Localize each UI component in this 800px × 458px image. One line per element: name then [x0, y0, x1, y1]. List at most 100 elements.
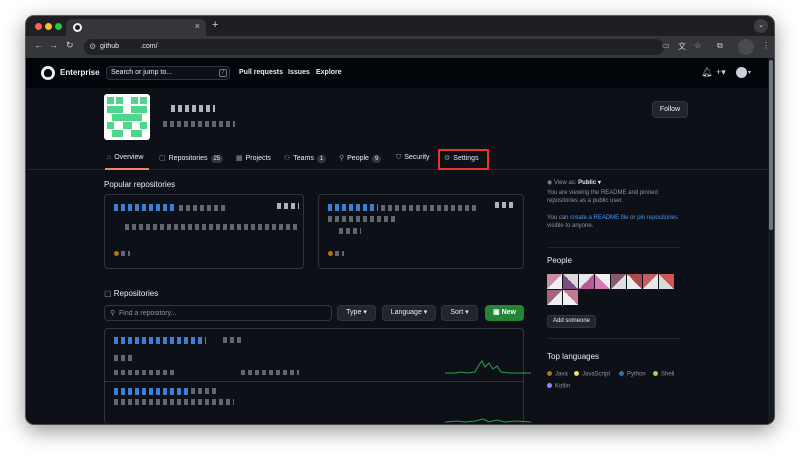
extensions-icon[interactable]: ⧉ [717, 41, 723, 51]
user-avatar[interactable] [736, 67, 747, 78]
repo-name-redacted[interactable] [328, 204, 378, 211]
repo-activity-sparkline [445, 418, 531, 423]
address-bar[interactable]: ⚙ github .com/ [84, 39, 664, 55]
avatar[interactable] [563, 274, 578, 289]
follow-button[interactable]: Follow [652, 101, 688, 118]
repo-activity-sparkline [445, 360, 531, 374]
minimize-window-dot[interactable] [45, 23, 52, 30]
search-placeholder: Search or jump to... [111, 69, 173, 76]
avatar[interactable] [611, 274, 626, 289]
language-filter-label: Language [390, 309, 422, 316]
top-languages-title: Top languages [547, 352, 600, 361]
repo-language-redacted [121, 251, 130, 256]
new-button-label: New [501, 309, 516, 316]
avatar[interactable] [563, 290, 578, 305]
active-tab-indicator [105, 168, 149, 170]
repo-name-redacted[interactable] [114, 337, 206, 344]
avatar[interactable] [579, 274, 594, 289]
back-button[interactable]: ← [34, 40, 43, 50]
popular-repo-card[interactable] [318, 194, 524, 269]
github-logo-icon[interactable] [41, 66, 55, 80]
repo-icon: ▣ [493, 309, 502, 316]
github-header: Enterprise Search or jump to... / Pull r… [26, 58, 774, 88]
tab-teams[interactable]: ⚇ Teams 1 [284, 154, 327, 163]
new-repository-button[interactable]: ▣ New [485, 305, 524, 321]
pin-repositories-link[interactable]: pin repositories [637, 215, 678, 221]
avatar[interactable] [595, 274, 610, 289]
tab-search-icon[interactable]: ⌄ [754, 19, 768, 33]
avatar[interactable] [547, 290, 562, 305]
cast-icon[interactable]: ▭ [662, 41, 670, 50]
search-icon: ⚲ [110, 310, 116, 317]
page-scrollbar-thumb[interactable] [769, 60, 773, 230]
create-readme-link[interactable]: create a README file [570, 215, 628, 221]
language-kotlin: Kotlin [547, 383, 570, 390]
repo-name-tail-redacted [191, 388, 217, 394]
browser-toolbar: ← → ↻ ⚙ github .com/ ▭ 文 ☆ ⧉ ⋮ [26, 36, 774, 58]
type-filter-button[interactable]: Type ▾ [337, 305, 376, 321]
avatar[interactable] [659, 274, 674, 289]
repo-meta-redacted [114, 370, 174, 375]
sort-filter-label: Sort [450, 309, 464, 316]
create-new-menu-icon[interactable]: +▾ [716, 67, 726, 78]
nav-explore[interactable]: Explore [316, 69, 342, 76]
menu-kebab-icon[interactable]: ⋮ [762, 41, 770, 50]
language-color-dot [619, 371, 624, 376]
new-tab-button[interactable]: + [212, 19, 218, 31]
repositories-count: 25 [210, 155, 224, 163]
view-as-dropdown[interactable]: Public [578, 180, 596, 186]
popular-repo-card[interactable] [104, 194, 304, 269]
zoom-window-dot[interactable] [55, 23, 62, 30]
language-color-dot [547, 371, 552, 376]
tab-repositories[interactable]: ▢ Repositories 25 [159, 154, 224, 163]
tab-people[interactable]: ⚲ People 9 [339, 154, 382, 163]
add-someone-button[interactable]: Add someone [547, 315, 596, 328]
repo-icon: ▢ [159, 155, 166, 162]
visibility-badge-redacted [223, 337, 243, 343]
settings-highlight-box [438, 149, 489, 170]
browser-tab[interactable]: × [66, 19, 206, 36]
find-repository-field[interactable] [119, 308, 319, 319]
tab-security[interactable]: ⛉ Security [396, 154, 430, 162]
avatar[interactable] [547, 274, 562, 289]
repo-language-redacted [335, 251, 344, 256]
profile-avatar-icon[interactable] [738, 39, 754, 55]
tab-people-label: People [347, 155, 369, 162]
language-color-dot [574, 371, 579, 376]
people-count: 9 [371, 155, 382, 163]
bookmark-star-icon[interactable]: ☆ [694, 41, 701, 50]
forward-button[interactable]: → [49, 40, 58, 50]
chevron-down-icon[interactable]: ▾ [596, 180, 601, 186]
repo-name-redacted[interactable] [114, 204, 176, 211]
repo-name-redacted[interactable] [114, 388, 188, 395]
language-filter-button[interactable]: Language ▾ [382, 305, 436, 321]
repositories-title: ▢ Repositories [104, 289, 158, 298]
sort-filter-button[interactable]: Sort ▾ [441, 305, 478, 321]
tab-projects-label: Projects [245, 155, 271, 162]
repo-name-tail-redacted [179, 205, 227, 211]
avatar[interactable] [627, 274, 642, 289]
sidebar-divider [547, 247, 681, 248]
close-window-dot[interactable] [35, 23, 42, 30]
repository-list [104, 328, 531, 424]
site-info-icon[interactable]: ⚙ [89, 42, 96, 51]
repo-description-redacted [114, 399, 234, 405]
tab-projects[interactable]: ▦ Projects [236, 154, 271, 162]
nav-issues[interactable]: Issues [288, 69, 310, 76]
global-search-input[interactable]: Search or jump to... / [106, 66, 230, 80]
notifications-bell-icon[interactable]: 🔔︎ [701, 67, 712, 78]
user-menu-caret-icon[interactable]: ▾ [748, 69, 751, 76]
tab-strip: × + ⌄ [26, 16, 774, 36]
eye-icon: ◉ [547, 180, 554, 186]
find-repository-input[interactable]: ⚲ [104, 305, 332, 321]
tab-close-icon[interactable]: × [195, 21, 200, 31]
translate-icon[interactable]: 文 [678, 41, 686, 52]
browser-window: × + ⌄ ← → ↻ ⚙ github .com/ ▭ 文 ☆ ⧉ ⋮ Ent… [26, 16, 774, 424]
url-text[interactable]: github .com/ [100, 43, 158, 50]
avatar[interactable] [643, 274, 658, 289]
org-avatar[interactable] [104, 94, 150, 140]
reload-button[interactable]: ↻ [66, 40, 74, 51]
nav-pull-requests[interactable]: Pull requests [239, 69, 283, 76]
tab-overview[interactable]: ⌂ Overview [107, 154, 143, 161]
enterprise-label[interactable]: Enterprise [60, 68, 100, 77]
